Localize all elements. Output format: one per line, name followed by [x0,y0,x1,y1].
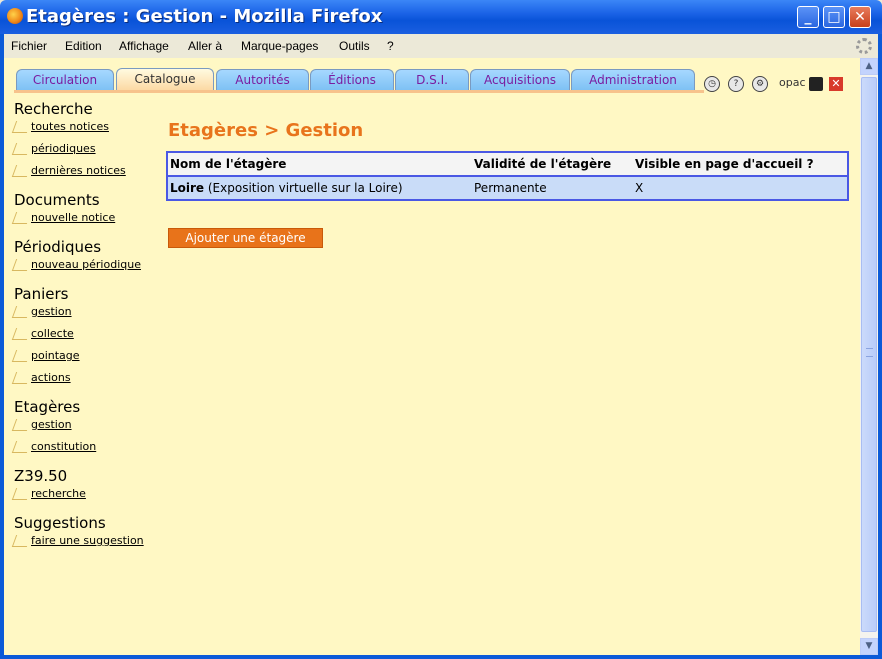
scrollbar-thumb[interactable] [861,77,877,632]
shelf-validity-cell: Permanente [472,176,633,200]
opac-link[interactable]: opac [779,76,806,89]
sidebar-heading: Z39.50 [14,467,68,485]
sidebar: Recherche toutes notices périodiques der… [11,100,174,561]
sidebar-link[interactable]: collecte [11,327,174,349]
tab-catalogue[interactable]: Catalogue [116,68,214,90]
sidebar-group-documents: Documents nouvelle notice [11,191,174,233]
tab-autorites[interactable]: Autorités [216,69,309,90]
books-icon [11,372,32,384]
menu-marque-pages[interactable]: Marque-pages [241,39,318,53]
tab-dsi[interactable]: D.S.I. [395,69,469,90]
menu-bar: Fichier Edition Affichage Aller à Marque… [4,34,878,58]
sidebar-heading: Documents [14,191,100,209]
sidebar-heading: Etagères [14,398,81,416]
shelf-name: Loire [170,181,205,195]
sidebar-link[interactable]: pointage [11,349,174,371]
window-frame-right [878,34,882,659]
page-title: Etagères > Gestion [168,120,364,141]
maximize-button[interactable]: □ [823,6,845,28]
books-icon [11,488,32,500]
sidebar-link[interactable]: gestion [11,418,174,440]
sidebar-link[interactable]: nouvelle notice [11,211,174,233]
table-header-row: Nom de l'étagère Validité de l'étagère V… [167,152,848,177]
page-content: Circulation Catalogue Autorités Éditions… [4,58,860,655]
sidebar-link[interactable]: toutes notices [11,120,174,142]
sidebar-group-z3950: Z39.50 recherche [11,467,174,509]
window-title: Etagères : Gestion - Mozilla Firefox [26,6,383,27]
menu-fichier[interactable]: Fichier [11,39,47,53]
books-icon [11,259,32,271]
minimize-button[interactable]: _ [797,6,819,28]
sidebar-group-suggestions: Suggestions faire une suggestion [11,514,174,556]
books-icon [11,328,32,340]
books-icon [11,306,32,318]
table-row[interactable]: Loire (Exposition virtuelle sur la Loire… [167,176,848,200]
sidebar-group-periodiques: Périodiques nouveau périodique [11,238,174,280]
books-icon [11,419,32,431]
add-shelf-button[interactable]: Ajouter une étagère [168,228,323,248]
sidebar-link[interactable]: constitution [11,440,174,462]
sidebar-link[interactable]: dernières notices [11,164,174,186]
clock-icon[interactable]: ◷ [704,76,720,92]
books-icon [11,535,32,547]
firefox-icon [7,8,23,24]
tab-circulation[interactable]: Circulation [16,69,114,90]
menu-help[interactable]: ? [387,39,394,53]
window-frame-left [0,34,4,659]
save-icon[interactable] [809,77,823,91]
menu-edition[interactable]: Edition [65,39,102,53]
column-header-validity[interactable]: Validité de l'étagère [472,152,633,177]
menu-affichage[interactable]: Affichage [119,39,169,53]
tab-acquisitions[interactable]: Acquisitions [470,69,570,90]
sidebar-group-recherche: Recherche toutes notices périodiques der… [11,100,174,186]
books-icon [11,121,32,133]
sidebar-link[interactable]: recherche [11,487,174,509]
scroll-down-arrow-icon[interactable]: ▼ [860,638,878,655]
sidebar-heading: Paniers [14,285,69,303]
sidebar-group-etageres: Etagères gestion constitution [11,398,174,462]
sidebar-link[interactable]: gestion [11,305,174,327]
sidebar-group-paniers: Paniers gestion collecte pointage action… [11,285,174,393]
browser-window: Etagères : Gestion - Mozilla Firefox _ □… [0,0,882,659]
sidebar-link[interactable]: actions [11,371,174,393]
menu-aller[interactable]: Aller à [188,39,222,53]
tab-administration[interactable]: Administration [571,69,695,90]
column-header-name[interactable]: Nom de l'étagère [167,152,472,177]
title-bar: Etagères : Gestion - Mozilla Firefox _ □… [0,0,882,34]
throbber-icon [856,38,872,54]
shelf-visible-cell: X [633,176,848,200]
help-icon[interactable]: ? [728,76,744,92]
settings-icon[interactable]: ⚙ [752,76,768,92]
sidebar-link[interactable]: périodiques [11,142,174,164]
sidebar-heading: Périodiques [14,238,102,256]
logout-icon[interactable]: ✕ [829,77,843,91]
shelf-name-cell[interactable]: Loire (Exposition virtuelle sur la Loire… [167,176,472,200]
tab-editions[interactable]: Éditions [310,69,394,90]
scroll-up-arrow-icon[interactable]: ▲ [860,58,878,75]
vertical-scrollbar[interactable]: ▲ ▼ [860,58,878,655]
books-icon [11,165,32,177]
close-button[interactable]: ✕ [849,6,871,28]
tab-underline [14,90,704,93]
window-frame-bottom [0,655,882,659]
books-icon [11,441,32,453]
books-icon [11,212,32,224]
sidebar-link[interactable]: nouveau périodique [11,258,174,280]
sidebar-heading: Suggestions [14,514,106,532]
shelves-table: Nom de l'étagère Validité de l'étagère V… [166,151,849,201]
books-icon [11,143,32,155]
menu-outils[interactable]: Outils [339,39,370,53]
grip-icon [866,348,873,357]
sidebar-link[interactable]: faire une suggestion [11,534,174,556]
shelf-description: (Exposition virtuelle sur la Loire) [204,181,403,195]
books-icon [11,350,32,362]
sidebar-heading: Recherche [14,100,93,118]
column-header-visible[interactable]: Visible en page d'accueil ? [633,152,848,177]
